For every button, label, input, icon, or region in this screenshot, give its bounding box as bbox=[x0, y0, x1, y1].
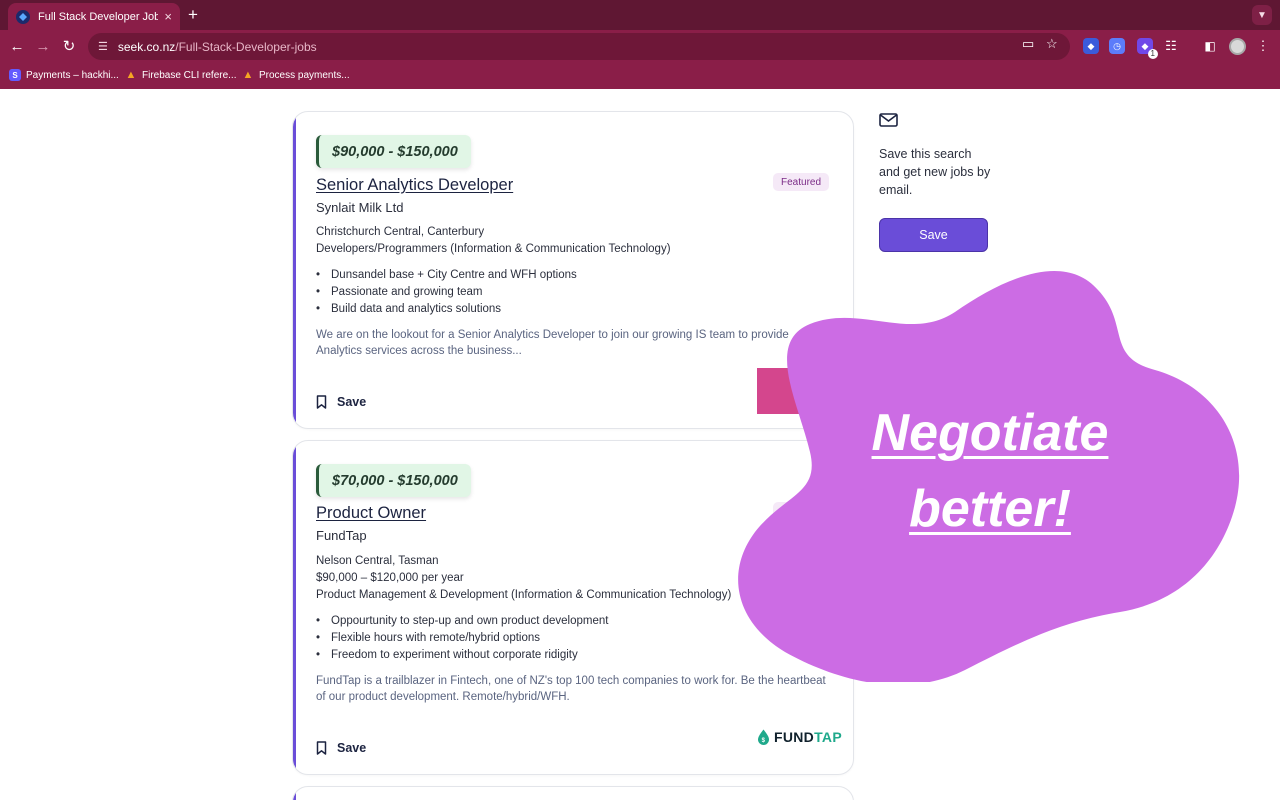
list-item: Passionate and growing team bbox=[316, 284, 577, 301]
back-arrow-icon[interactable]: ← bbox=[8, 38, 26, 56]
extension-badge: 1 bbox=[1147, 49, 1158, 59]
mail-icon bbox=[879, 113, 898, 127]
company-logo: $ FUND TAP bbox=[757, 729, 842, 745]
list-item: Build data and analytics solutions bbox=[316, 301, 577, 318]
job-pay: $90,000 – $120,000 per year bbox=[316, 572, 464, 584]
stripe-icon: S bbox=[9, 69, 21, 81]
bookmarks-bar: S Payments – hackhi... ▲ Firebase CLI re… bbox=[0, 63, 1280, 89]
salary-badge: $90,000 - $150,000 bbox=[316, 135, 471, 168]
save-job-label: Save bbox=[337, 395, 367, 409]
tab-close-icon[interactable]: × bbox=[164, 10, 172, 23]
job-highlights: Oppourtunity to step-up and own product … bbox=[316, 613, 608, 664]
list-item: Oppourtunity to step-up and own product … bbox=[316, 613, 608, 630]
seek-favicon-icon bbox=[16, 9, 30, 24]
kebab-menu-icon[interactable]: ⋮ bbox=[1255, 38, 1271, 54]
salary-badge: $70,000 - $150,000 bbox=[316, 464, 471, 497]
extension-timer-icon[interactable]: ◷ bbox=[1109, 38, 1125, 54]
negotiate-better-link[interactable]: Negotiate better! bbox=[835, 395, 1145, 547]
job-classification[interactable]: Product Management & Development (Inform… bbox=[316, 587, 731, 604]
fundtap-logo-tap: TAP bbox=[814, 729, 842, 745]
browser-tab[interactable]: Full Stack Developer Jobs in N × bbox=[8, 3, 180, 30]
url-host: seek.co.nz bbox=[117, 39, 176, 54]
job-title-link[interactable]: Product Owner bbox=[316, 504, 426, 523]
extension-gem-icon[interactable]: ◆ 1 bbox=[1137, 38, 1158, 59]
bookmark-star-icon[interactable]: ☆ bbox=[1046, 36, 1058, 52]
extensions-puzzle-icon[interactable]: ☷ bbox=[1163, 38, 1179, 54]
job-card[interactable] bbox=[292, 786, 854, 800]
fundtap-logo-fund: FUND bbox=[774, 729, 815, 745]
url-path: /Full-Stack-Developer-jobs bbox=[175, 39, 317, 54]
site-settings-icon[interactable]: ☰ bbox=[98, 40, 108, 53]
job-highlights: Dunsandel base + City Centre and WFH opt… bbox=[316, 267, 577, 318]
bookmark-icon bbox=[316, 741, 327, 755]
bookmark-item[interactable]: S Payments – hackhi... bbox=[9, 69, 119, 81]
tab-title: Full Stack Developer Jobs in N bbox=[38, 10, 159, 23]
bookmark-label: Firebase CLI refere... bbox=[142, 69, 237, 81]
bookmark-label: Payments – hackhi... bbox=[26, 69, 119, 81]
reload-icon[interactable]: ↻ bbox=[60, 38, 78, 56]
firebase-icon: ▲ bbox=[125, 69, 137, 81]
extension-shield-icon[interactable]: ◆ bbox=[1083, 38, 1099, 54]
save-job-button[interactable]: Save bbox=[316, 395, 366, 409]
bookmark-item[interactable]: ▲ Firebase CLI refere... bbox=[125, 69, 237, 81]
save-search-text: Save this search and get new jobs by ema… bbox=[879, 147, 991, 197]
browser-toolbar: ← → ↻ ☰ seek.co.nz /Full-Stack-Developer… bbox=[0, 30, 1280, 63]
save-job-button[interactable]: Save bbox=[316, 741, 366, 755]
bookmark-label: Process payments... bbox=[259, 69, 350, 81]
new-tab-button[interactable]: + bbox=[188, 6, 198, 23]
bookmark-item[interactable]: ▲ Process payments... bbox=[242, 69, 350, 81]
install-app-icon[interactable]: ▭ bbox=[1022, 36, 1034, 52]
save-search-button[interactable]: Save bbox=[879, 218, 988, 252]
address-bar[interactable]: ☰ seek.co.nz /Full-Stack-Developer-jobs bbox=[88, 33, 1070, 60]
save-job-label: Save bbox=[337, 741, 367, 755]
svg-text:$: $ bbox=[762, 738, 766, 744]
fundtap-drop-icon: $ bbox=[758, 729, 769, 745]
job-location[interactable]: Nelson Central, Tasman bbox=[316, 553, 439, 570]
featured-badge: Featured bbox=[773, 173, 830, 191]
tab-search-chevron-icon[interactable]: ▼ bbox=[1252, 5, 1272, 25]
negotiate-line-1: Negotiate bbox=[871, 404, 1109, 462]
profile-avatar[interactable] bbox=[1229, 38, 1246, 55]
list-item: Dunsandel base + City Centre and WFH opt… bbox=[316, 267, 577, 284]
list-item: Freedom to experiment without corporate … bbox=[316, 647, 608, 664]
side-panel-icon[interactable]: ◧ bbox=[1202, 38, 1218, 54]
forward-arrow-icon[interactable]: → bbox=[34, 38, 52, 56]
firebase-icon: ▲ bbox=[242, 69, 254, 81]
tab-strip: Full Stack Developer Jobs in N × + ▼ bbox=[0, 0, 1280, 30]
list-item: Flexible hours with remote/hybrid option… bbox=[316, 630, 608, 647]
job-location[interactable]: Christchurch Central, Canterbury bbox=[316, 224, 484, 241]
job-title-link[interactable]: Senior Analytics Developer bbox=[316, 176, 513, 195]
company-name[interactable]: FundTap bbox=[316, 528, 367, 543]
company-name[interactable]: Synlait Milk Ltd bbox=[316, 200, 403, 215]
negotiate-line-2: better! bbox=[909, 480, 1071, 538]
job-classification[interactable]: Developers/Programmers (Information & Co… bbox=[316, 241, 671, 258]
bookmark-icon bbox=[316, 395, 327, 409]
